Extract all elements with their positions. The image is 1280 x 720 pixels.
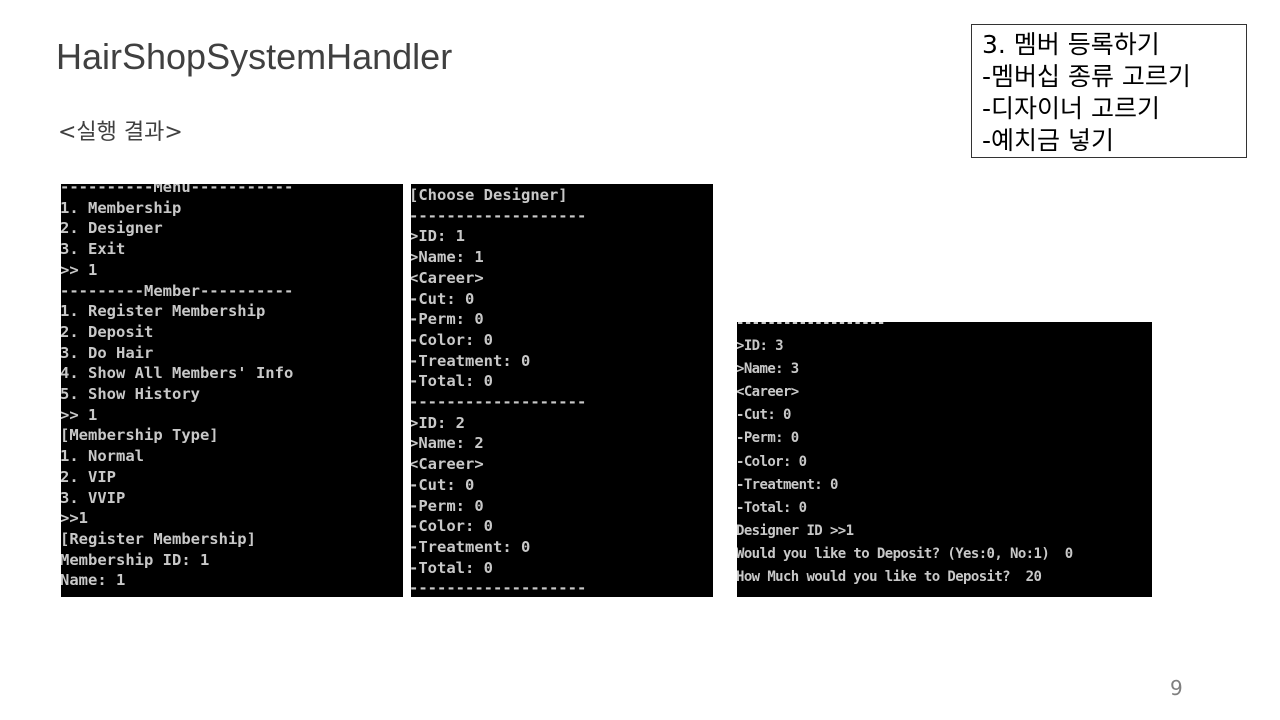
console-line: -Total: 0	[411, 372, 493, 391]
console-line: -Cut: 0	[737, 407, 791, 424]
console-line: [Choose Designer]	[411, 186, 568, 204]
console-line: >Name: 3	[737, 361, 799, 378]
console-line: 2. Deposit	[61, 322, 154, 341]
console-line: -Perm: 0	[411, 310, 484, 329]
console-line: >> 1	[61, 405, 98, 424]
console-line: [Register Membership]	[61, 529, 256, 548]
console-line: 1. Register Membership	[61, 302, 266, 321]
console-screenshot-menu: ----------Menu----------- 1. Membership 2.…	[61, 184, 403, 597]
console-line: -Color: 0	[737, 453, 807, 470]
console-line: ----------Menu-----------	[61, 184, 294, 196]
console-line: >ID: 2	[411, 413, 465, 432]
console-line: Designer ID >>1	[737, 522, 854, 539]
console-line: <Career>	[411, 268, 484, 287]
slide-title: HairShopSystemHandler	[56, 36, 453, 77]
console-line: 1. Normal	[61, 447, 144, 466]
console-line: <Career>	[737, 384, 799, 401]
console-line: -Cut: 0	[411, 289, 475, 308]
console-line: >ID: 3	[737, 338, 784, 355]
console-line: -Treatment: 0	[411, 351, 531, 370]
console-line: How Much would you like to Deposit? 20	[737, 569, 1042, 586]
console-line: 1. Membership	[61, 198, 182, 217]
console-line: 5. Show History	[61, 385, 200, 404]
console-line: -Color: 0	[411, 517, 493, 536]
console-line: Membership ID: 1	[61, 550, 210, 569]
console-line: -Total: 0	[411, 558, 493, 577]
console-line: -Treatment: 0	[737, 476, 838, 493]
page-number: 9	[1170, 676, 1183, 700]
console-line: -------------------	[411, 579, 587, 597]
console-line: Would you like to Deposit? (Yes:0, No:1)…	[737, 545, 1073, 562]
console-line: 3. Do Hair	[61, 343, 154, 362]
console-line: -------------------	[737, 322, 885, 331]
console-line: 2. VIP	[61, 467, 116, 486]
console-output: ------------------- >ID: 3 >Name: 3 <Career…	[737, 322, 1073, 589]
slide-subtitle: <실행 결과>	[58, 120, 183, 145]
console-line: >ID: 1	[411, 227, 465, 246]
console-line: -Total: 0	[737, 499, 807, 516]
note-line: 3. 멤버 등록하기	[982, 30, 1160, 59]
console-screenshot-designers: [Choose Designer] ------------------- >ID:…	[411, 184, 713, 597]
note-line: -멤버십 종류 고르기	[982, 62, 1191, 91]
console-output: ----------Menu----------- 1. Membership 2.…	[61, 184, 293, 591]
note-box: 3. 멤버 등록하기 -멤버십 종류 고르기 -디자이너 고르기 -예치금 넣기	[971, 24, 1247, 158]
console-line: >> 1	[61, 260, 98, 279]
console-line: 3. Exit	[61, 240, 126, 259]
console-screenshot-deposit: ------------------- >ID: 3 >Name: 3 <Career…	[737, 322, 1152, 597]
console-line: 4. Show All Members' Info	[61, 364, 294, 383]
console-line: 3. VVIP	[61, 488, 126, 507]
console-line: <Career>	[411, 455, 484, 474]
console-line: Name: 1	[61, 571, 126, 590]
console-line: -------------------	[411, 393, 587, 412]
console-line: -Perm: 0	[737, 430, 799, 447]
console-line: >>1	[61, 509, 88, 528]
console-line: -Treatment: 0	[411, 537, 531, 556]
console-line: [Membership Type]	[61, 426, 219, 445]
console-output: [Choose Designer] ------------------- >ID:…	[411, 185, 586, 597]
console-line: -------------------	[411, 206, 587, 225]
note-line: -예치금 넣기	[982, 126, 1114, 155]
console-line: ---------Member----------	[61, 281, 294, 300]
console-line: >Name: 1	[411, 248, 484, 267]
console-line: >Name: 2	[411, 434, 484, 453]
console-line: -Color: 0	[411, 330, 493, 349]
note-line: -디자이너 고르기	[982, 94, 1160, 123]
console-line: -Cut: 0	[411, 475, 475, 494]
console-line: -Perm: 0	[411, 496, 484, 515]
console-line: 2. Designer	[61, 219, 163, 238]
